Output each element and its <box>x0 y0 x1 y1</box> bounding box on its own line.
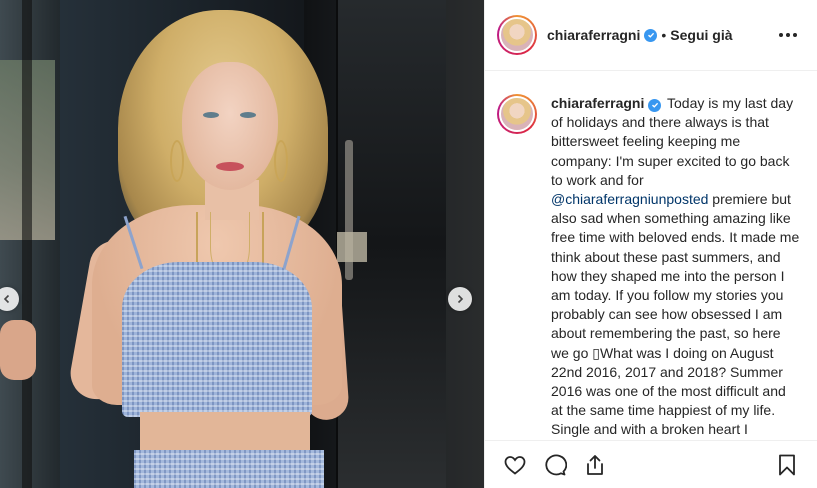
carousel-next-button[interactable] <box>448 287 472 311</box>
follow-button[interactable]: Segui già <box>670 27 732 43</box>
caption-avatar[interactable] <box>497 94 537 134</box>
post-photo[interactable] <box>0 0 484 488</box>
verified-badge-icon <box>648 98 662 112</box>
like-button[interactable] <box>501 451 529 479</box>
comment-bubble-icon <box>545 454 567 475</box>
caption-text: chiaraferragni Today is my last day of h… <box>551 94 801 440</box>
more-options-icon[interactable] <box>775 29 801 41</box>
comment-button[interactable] <box>541 451 569 479</box>
chevron-left-icon <box>3 294 10 304</box>
photo-eye-right <box>240 112 256 118</box>
avatar-image <box>499 17 535 53</box>
post-actions <box>485 440 817 488</box>
post-caption: chiaraferragni Today is my last day of h… <box>485 71 817 440</box>
caption-mention-link[interactable]: @chiaraferragniunposted <box>551 191 708 207</box>
bookmark-icon <box>779 454 795 475</box>
header-separator: • <box>661 27 667 43</box>
photo-sign <box>337 232 367 262</box>
avatar-image <box>499 96 535 132</box>
share-button[interactable] <box>581 451 609 479</box>
photo-lips <box>216 162 244 171</box>
share-icon <box>587 454 603 475</box>
header-username[interactable]: chiaraferragni <box>547 27 640 43</box>
heart-icon <box>504 455 526 475</box>
chevron-right-icon <box>457 294 464 304</box>
save-button[interactable] <box>773 451 801 479</box>
photo-eye-left <box>203 112 219 118</box>
photo-door-frame <box>22 0 32 488</box>
photo-gingham-skirt <box>134 450 324 488</box>
photo-earring-right <box>274 140 288 182</box>
post-sidebar: chiaraferragni • Segui già chiaraferragn… <box>484 0 817 488</box>
post-header: chiaraferragni • Segui già <box>485 0 817 71</box>
instagram-post: chiaraferragni • Segui già chiaraferragn… <box>0 0 817 488</box>
photo-earring-left <box>170 140 184 182</box>
caption-username[interactable]: chiaraferragni <box>551 95 644 111</box>
verified-badge-icon <box>644 28 658 42</box>
photo-gingham-top <box>122 262 312 417</box>
header-avatar[interactable] <box>497 15 537 55</box>
photo-hand <box>0 320 36 380</box>
caption-body-part2: premiere but also sad when something ama… <box>551 191 800 438</box>
